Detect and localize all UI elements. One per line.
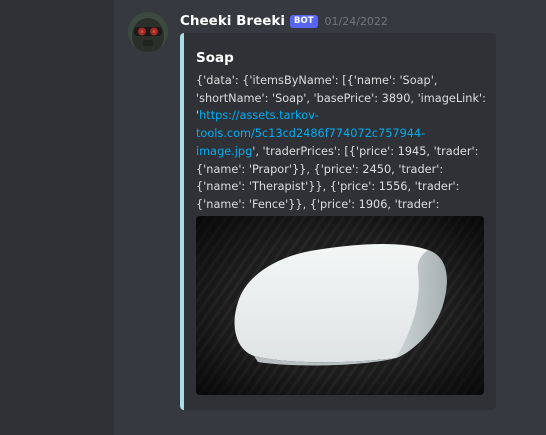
soap-bar-image (196, 216, 484, 395)
embed-description: {'data': {'itemsByName': [{'name': 'Soap… (196, 72, 488, 231)
embed-image[interactable] (196, 216, 484, 395)
message-header: Cheeki Breeki BOT 01/24/2022 (180, 12, 388, 30)
embed-title: Soap (196, 50, 234, 66)
bot-badge: BOT (290, 14, 318, 28)
side-panel (0, 0, 114, 435)
author-name[interactable]: Cheeki Breeki (180, 13, 285, 29)
rich-embed: Soap {'data': {'itemsByName': [{'name': … (180, 33, 496, 410)
chat-message: Cheeki Breeki BOT 01/24/2022 Soap {'data… (114, 0, 546, 435)
avatar[interactable] (128, 12, 168, 52)
masked-soldier-avatar-icon (128, 12, 168, 52)
message-timestamp: 01/24/2022 (324, 14, 388, 28)
